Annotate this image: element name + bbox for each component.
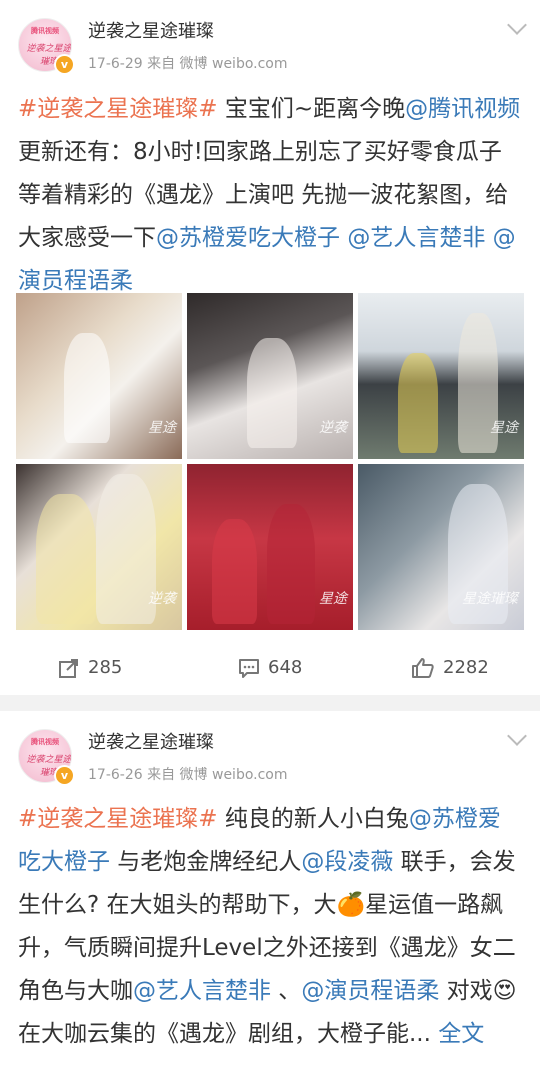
- post-header: 腾讯视频 逆袭之星途璀璨 v 逆袭之星途璀璨 17-6-29 来自 微博 wei…: [0, 0, 540, 86]
- mention-link[interactable]: @腾讯视频: [405, 96, 520, 122]
- watermark: 星途璀璨: [462, 591, 518, 607]
- full-text-link[interactable]: 全文: [438, 1021, 484, 1047]
- post-text-segment: 纯良的新人小白兔: [217, 806, 409, 832]
- avatar-logo-text: 腾讯视频: [31, 27, 59, 35]
- post-text: #逆袭之星途璀璨# 宝宝们~距离今晚@腾讯视频 更新还有：8小时!回家路上别忘了…: [18, 88, 522, 303]
- mention-link[interactable]: @演员程语柔: [301, 978, 439, 1004]
- comment-count: 648: [268, 657, 303, 678]
- weibo-post-1: 腾讯视频 逆袭之星途璀璨 v 逆袭之星途璀璨 17-6-29 来自 微博 wei…: [0, 0, 540, 695]
- weibo-post-2: 腾讯视频 逆袭之星途璀璨 v 逆袭之星途璀璨 17-6-26 来自 微博 wei…: [0, 711, 540, 1071]
- photo-thumbnail[interactable]: 星途: [16, 293, 182, 459]
- watermark: 星途: [148, 420, 176, 436]
- photo-thumbnail[interactable]: 星途璀璨: [358, 464, 524, 630]
- mention-link[interactable]: @段凌薇: [301, 849, 393, 875]
- repost-count: 285: [88, 657, 123, 678]
- watermark: 逆袭: [148, 591, 176, 607]
- mention-link[interactable]: @苏橙爱吃大橙子: [156, 225, 340, 251]
- avatar-logo-text: 腾讯视频: [31, 738, 59, 746]
- watermark: 星途: [319, 591, 347, 607]
- verified-badge-icon: v: [54, 765, 75, 786]
- share-arrow-icon: [58, 657, 80, 679]
- photo-thumbnail[interactable]: 逆袭: [16, 464, 182, 630]
- post-text-segment: 、: [271, 978, 302, 1004]
- post-text: #逆袭之星途璀璨# 纯良的新人小白兔@苏橙爱吃大橙子 与老炮金牌经纪人@段凌薇 …: [18, 798, 522, 1056]
- post-text-segment: [485, 225, 492, 251]
- watermark: 逆袭: [319, 420, 347, 436]
- comment-bubble-icon: [238, 657, 260, 679]
- watermark: 星途: [490, 420, 518, 436]
- post-meta: 17-6-26 来自 微博 weibo.com: [88, 767, 288, 783]
- repost-button[interactable]: 285: [58, 640, 122, 695]
- post-text-segment: 宝宝们~距离今晚: [217, 96, 406, 122]
- verified-badge-icon: v: [54, 54, 75, 75]
- photo-thumbnail[interactable]: 星途: [187, 464, 353, 630]
- thumbs-up-icon: [411, 657, 435, 679]
- account-name[interactable]: 逆袭之星途璀璨: [88, 17, 214, 43]
- like-count: 2282: [443, 657, 489, 678]
- post-meta: 17-6-29 来自 微博 weibo.com: [88, 56, 288, 72]
- topic-tag[interactable]: #逆袭之星途璀璨#: [18, 806, 218, 832]
- photo-thumbnail[interactable]: 逆袭: [187, 293, 353, 459]
- post-text-segment: 与老炮金牌经纪人: [110, 849, 302, 875]
- post-header: 腾讯视频 逆袭之星途璀璨 v 逆袭之星途璀璨 17-6-26 来自 微博 wei…: [0, 711, 540, 797]
- comment-button[interactable]: 648: [238, 640, 302, 695]
- chevron-down-icon[interactable]: [510, 22, 524, 36]
- action-bar: 285 648 2282: [0, 640, 540, 695]
- account-name[interactable]: 逆袭之星途璀璨: [88, 728, 214, 754]
- chevron-down-icon[interactable]: [510, 733, 524, 747]
- topic-tag[interactable]: #逆袭之星途璀璨#: [18, 96, 218, 122]
- like-button[interactable]: 2282: [411, 640, 489, 695]
- mention-link[interactable]: @艺人言楚非: [133, 978, 271, 1004]
- photo-thumbnail[interactable]: 星途: [358, 293, 524, 459]
- mention-link[interactable]: @艺人言楚非: [347, 225, 485, 251]
